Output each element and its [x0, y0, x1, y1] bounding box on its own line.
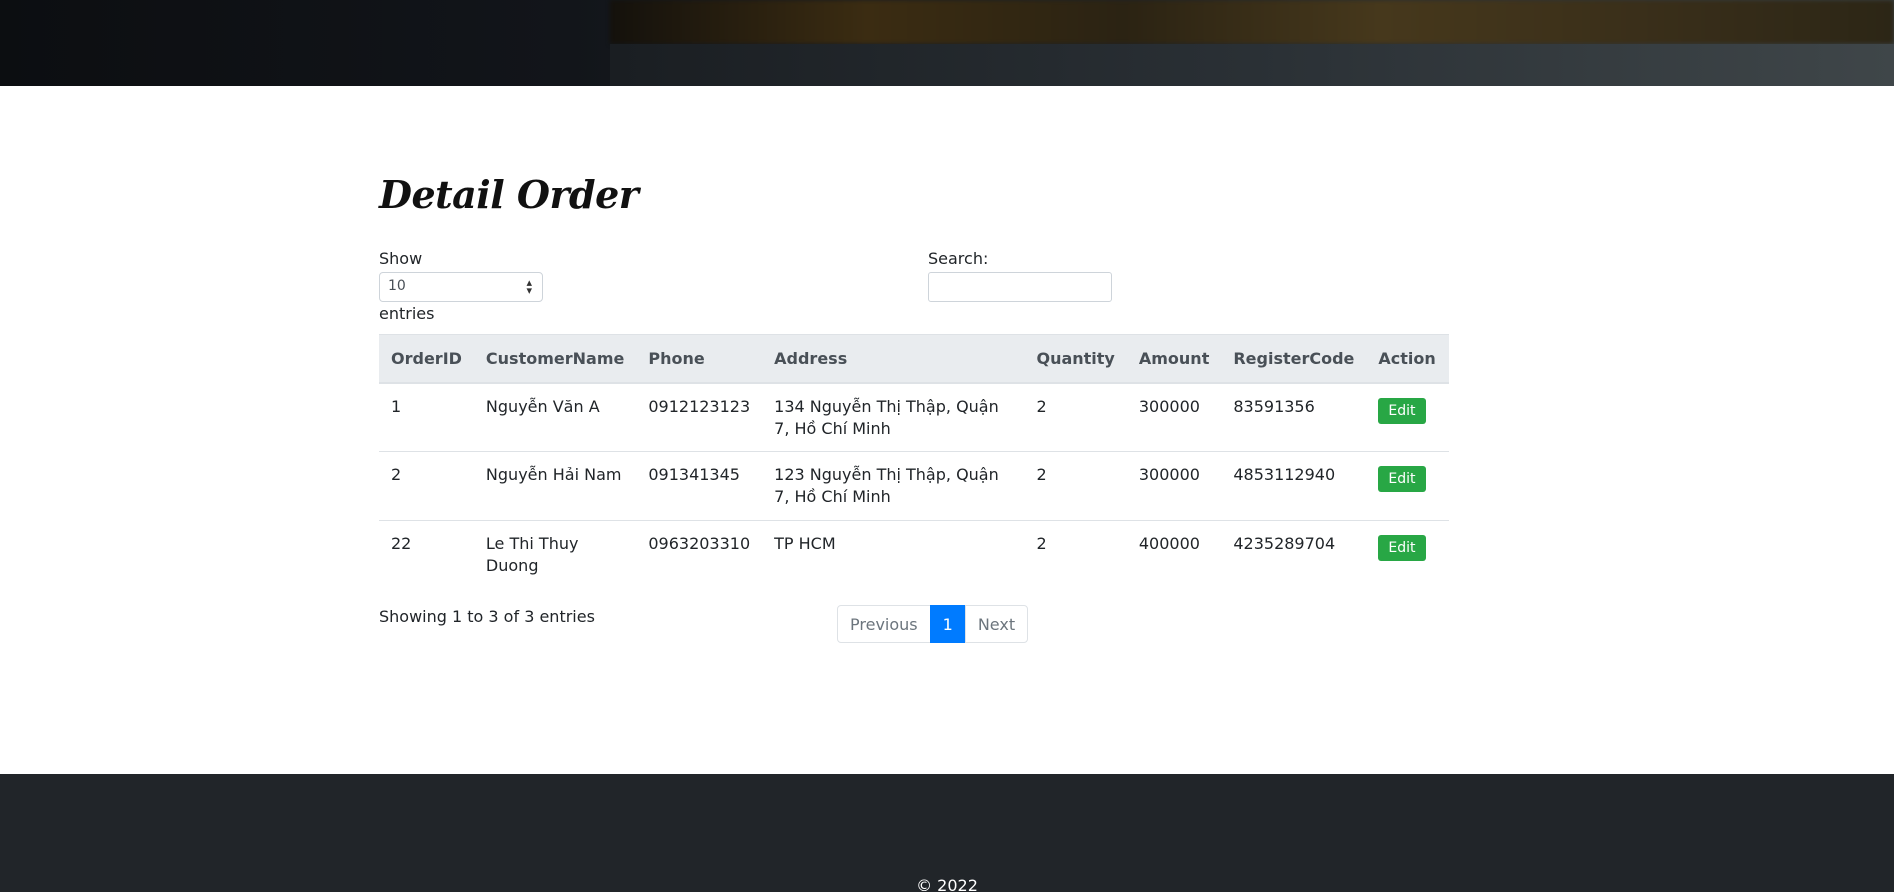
page-size-value: 10 — [388, 278, 406, 294]
edit-button[interactable]: Edit — [1378, 466, 1426, 492]
cell-quantity: 2 — [1024, 451, 1127, 521]
column-header-phone[interactable]: Phone — [636, 334, 763, 384]
column-header-amount[interactable]: Amount — [1126, 334, 1222, 384]
cell-action: Edit — [1366, 451, 1449, 521]
cell-customer: Nguyễn Văn A — [473, 382, 637, 452]
cell-customer: Le Thi Thuy Duong — [485, 534, 579, 575]
copyright-text: © 2022 — [916, 876, 978, 892]
page-title: Detail Order — [379, 172, 639, 217]
select-updown-icon: ▴ ▾ — [526, 276, 532, 297]
banner-strip — [610, 44, 1894, 86]
cell-customer: Nguyễn Hải Nam — [473, 451, 637, 521]
table-info: Showing 1 to 3 of 3 entries — [379, 607, 595, 626]
cell-phone: 0963203310 — [648, 534, 751, 553]
column-header-orderid[interactable]: OrderID — [379, 334, 474, 384]
cell-register-code: 83591356 — [1221, 382, 1367, 452]
cell-quantity: 2 — [1024, 382, 1127, 452]
cell-register-code: 4235289704 — [1233, 534, 1336, 553]
table-row: 2 Nguyễn Hải Nam 091341345 123 Nguyễn Th… — [379, 451, 1449, 521]
table-row: 22 Le Thi Thuy Duong 0963203310 TP HCM 2… — [379, 521, 1449, 590]
cell-action: Edit — [1366, 382, 1449, 452]
cell-address: 123 Nguyễn Thị Thập, Quận 7, Hồ Chí Minh — [762, 451, 1025, 521]
previous-page-button[interactable]: Previous — [837, 605, 931, 643]
table-header-row: OrderID CustomerName Phone Address Quant… — [379, 334, 1449, 384]
search-input[interactable] — [928, 272, 1112, 302]
page-1-button[interactable]: 1 — [929, 605, 966, 643]
banner-image — [610, 0, 1894, 44]
cell-register-code: 4853112940 — [1221, 451, 1367, 521]
cell-address: 134 Nguyễn Thị Thập, Quận 7, Hồ Chí Minh — [762, 382, 1025, 452]
column-header-action: Action — [1366, 334, 1449, 384]
show-label: Show — [379, 249, 423, 268]
search-label: Search: — [928, 249, 989, 268]
edit-button[interactable]: Edit — [1378, 397, 1426, 424]
cell-amount: 400000 — [1138, 534, 1200, 553]
pagination: Previous 1 Next — [837, 605, 1029, 643]
entries-label: entries — [379, 304, 435, 323]
column-header-address[interactable]: Address — [762, 334, 1025, 384]
column-header-customername[interactable]: CustomerName — [473, 334, 637, 384]
table-row: 1 Nguyễn Văn A 0912123123 134 Nguyễn Thị… — [379, 382, 1449, 452]
column-header-quantity[interactable]: Quantity — [1024, 334, 1127, 384]
cell-action: Edit — [1366, 521, 1449, 590]
header-banner — [0, 0, 1894, 86]
footer: © 2022 — [0, 774, 1894, 892]
cell-address: TP HCM — [774, 534, 836, 553]
cell-order-id: 22 — [391, 534, 412, 553]
cell-amount: 300000 — [1126, 382, 1222, 452]
cell-order-id: 2 — [379, 451, 474, 521]
orders-table: OrderID CustomerName Phone Address Quant… — [379, 334, 1449, 590]
next-page-button[interactable]: Next — [964, 605, 1029, 643]
cell-phone: 0912123123 — [636, 382, 763, 452]
cell-order-id: 1 — [379, 382, 474, 452]
cell-quantity: 2 — [1036, 534, 1047, 553]
edit-button[interactable]: Edit — [1378, 535, 1426, 561]
cell-amount: 300000 — [1126, 451, 1222, 521]
page-size-select[interactable]: 10 ▴ ▾ — [379, 272, 543, 302]
cell-phone: 091341345 — [636, 451, 763, 521]
column-header-registercode[interactable]: RegisterCode — [1221, 334, 1367, 384]
